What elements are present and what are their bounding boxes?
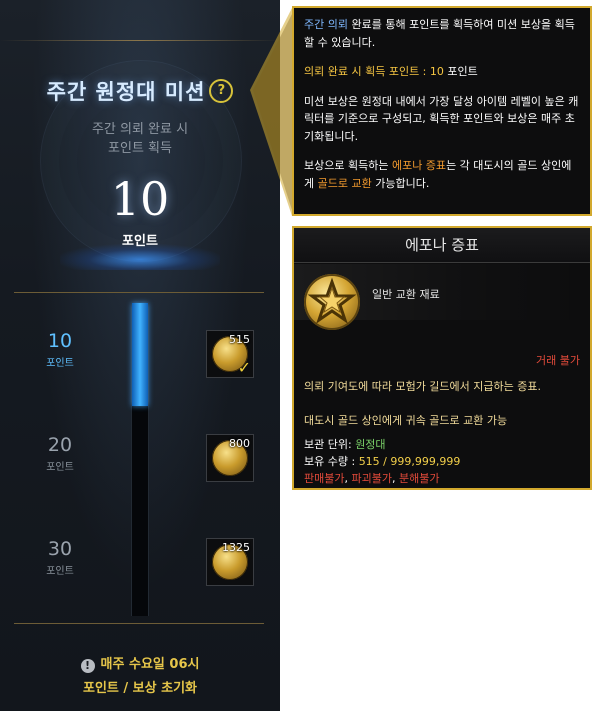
storage-unit: 보관 단위: 원정대 (304, 436, 386, 452)
current-points-label: 포인트 (122, 234, 158, 249)
reward-slot[interactable]: 1325 (206, 538, 254, 586)
help-tooltip: 주간 의뢰 완료를 통해 포인트를 획득하여 미션 보상을 획득할 수 있습니다… (292, 6, 592, 216)
tier-points: 30 (47, 538, 73, 560)
highlight-epona-token: 에포나 증표 (391, 159, 447, 172)
trade-restriction: 거래 불가 (536, 354, 580, 367)
reward-slot[interactable]: 515 ✓ (206, 330, 254, 378)
storage-label: 보관 단위: (304, 438, 356, 451)
tier-unit: 포인트 (46, 358, 74, 369)
holdings-value: 515 / 999,999,999 (358, 455, 461, 468)
help-text: 보상으로 획득하는 (304, 159, 392, 172)
item-restrictions: 판매불가, 파괴불가, 분해불가 (304, 470, 439, 486)
reward-count: 1325 (222, 541, 250, 554)
item-description: 의뢰 기여도에 따라 모험가 길드에서 지급하는 증표. (304, 380, 541, 393)
title-row: 주간 원정대 미션? (0, 76, 280, 106)
info-icon: ! (80, 659, 95, 673)
highlight-gold-exchange: 골드로 교환 (317, 176, 372, 190)
subtitle-line-1: 주간 의뢰 완료 시 (91, 122, 189, 137)
help-text: 가능합니다. (371, 176, 430, 190)
subtitle-line-2: 포인트 획득 (108, 141, 172, 156)
restriction-dismantle: 분해불가 (398, 472, 440, 485)
tier-row-20: 20 포인트 800 (14, 408, 264, 512)
reset-notice-line-2: 포인트 / 보상 초기화 (82, 681, 197, 696)
check-icon: ✓ (237, 358, 251, 377)
tier-row-30: 30 포인트 1325 (14, 512, 264, 616)
item-grade: 일반 교환 재료 (372, 288, 440, 301)
restriction-separator: , (391, 472, 399, 485)
points-per-quest-unit: 포인트 (443, 65, 478, 78)
help-icon[interactable]: ? (209, 79, 234, 103)
tier-points: 10 (47, 330, 73, 352)
divider-top (14, 292, 264, 293)
tier-points: 20 (47, 434, 73, 456)
restriction-destroy: 파괴불가 (351, 472, 392, 485)
tier-unit: 포인트 (46, 566, 74, 577)
storage-value: 원정대 (355, 438, 386, 451)
holdings-label: 보유 수량 : (304, 455, 359, 468)
divider-bottom (14, 623, 264, 624)
item-exchange-info: 대도시 골드 상인에게 귀속 골드로 교환 가능 (304, 414, 508, 427)
help-paragraph-3: 미션 보상은 원정대 내에서 가장 달성 아이템 레벨이 높은 캐릭터를 기준으… (304, 94, 579, 143)
holding-quantity: 보유 수량 : 515 / 999,999,999 (304, 453, 460, 469)
reward-count: 800 (229, 437, 250, 450)
tier-row-10: 10 포인트 515 ✓ (14, 304, 264, 408)
reset-notice-line-1: ! 매주 수요일 06시 (0, 653, 280, 673)
tier-unit: 포인트 (46, 462, 74, 473)
weekly-mission-panel: 주간 원정대 미션? 주간 의뢰 완료 시 포인트 획득 10 포인트 10 포… (0, 0, 280, 711)
reset-day: 매주 수요일 06시 (100, 657, 200, 672)
reward-slot[interactable]: 800 (206, 434, 254, 482)
help-paragraph-1: 주간 의뢰 완료를 통해 포인트를 획득하여 미션 보상을 획득할 수 있습니다… (304, 16, 580, 51)
current-points: 10 (110, 172, 170, 226)
panel-title: 주간 원정대 미션 (46, 80, 206, 104)
highlight-weekly-quest: 주간 의뢰 (304, 18, 348, 31)
reward-count: 515 (229, 333, 250, 346)
points-per-quest-value: 10 (429, 65, 444, 78)
help-paragraph-4: 보상으로 획득하는 에포나 증표는 각 대도시의 골드 상인에게 골드로 교환 … (304, 157, 580, 192)
item-name: 에포나 증표 (294, 228, 590, 263)
subtitle: 주간 의뢰 완료 시 포인트 획득 (0, 120, 280, 158)
help-paragraph-2: 의뢰 완료 시 획득 포인트 : 10 포인트 (304, 63, 580, 81)
top-divider (0, 40, 280, 41)
restriction-sell: 판매불가 (304, 472, 345, 485)
item-tooltip: 에포나 증표 일반 교환 재료 거래 불가 의뢰 기여도에 따라 모험가 길드에… (292, 226, 592, 490)
epona-token-icon (304, 274, 360, 330)
points-per-quest-label: 의뢰 완료 시 획득 포인트 : (304, 65, 430, 78)
